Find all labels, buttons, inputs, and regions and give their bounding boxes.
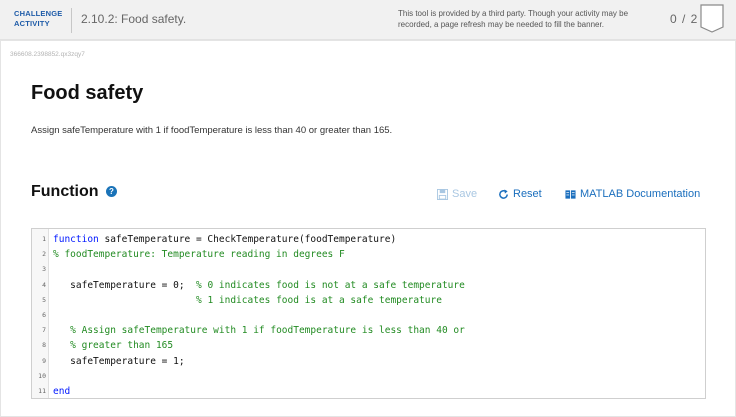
line-number: 5 [42, 295, 46, 304]
code-statement [53, 325, 70, 336]
page-title: Food safety [31, 82, 144, 104]
matlab-documentation-link[interactable]: MATLAB Documentation [565, 188, 700, 200]
line-number: 8 [42, 341, 46, 350]
code-line[interactable]: 2 % foodTemperature: Temperature reading … [32, 247, 705, 262]
code-text: % greater than 165 [53, 338, 173, 353]
code-statement: safeTemperature = 0; [53, 279, 196, 291]
activity-id: 366608.2398852.qx3zqy7 [10, 51, 85, 58]
code-line[interactable]: 10 [32, 369, 705, 384]
line-number: 1 [42, 235, 46, 243]
code-comment: % foodTemperature: Temperature reading i… [53, 249, 345, 261]
code-comment: % 0 indicates food is not at a safe temp… [196, 279, 465, 291]
banner-divider [71, 8, 72, 33]
code-line[interactable]: 11 end [32, 384, 705, 399]
code-text: % foodTemperature: Temperature reading i… [53, 247, 345, 262]
code-text: safeTemperature = 0; % 0 indicates food … [53, 278, 465, 293]
save-button[interactable]: Save [437, 188, 477, 200]
line-number: 2 [42, 250, 46, 259]
code-line[interactable]: 3 [32, 262, 705, 277]
code-keyword: function [53, 234, 99, 245]
code-line[interactable]: 9 safeTemperature = 1; [32, 354, 705, 369]
code-statement: safeTemperature = CheckTemperature(foodT… [98, 234, 397, 245]
line-number: 11 [38, 387, 46, 395]
code-statement: safeTemperature = 1; [53, 355, 185, 367]
line-number: 3 [42, 265, 46, 274]
code-text: end [53, 384, 70, 399]
code-text: % 1 indicates food is at a safe temperat… [53, 293, 442, 308]
score-indicator: 0 / 2 [670, 12, 699, 26]
challenge-banner: CHALLENGE ACTIVITY 2.10.2: Food safety. … [0, 0, 736, 40]
save-icon [437, 188, 448, 200]
code-line[interactable]: 5 % 1 indicates food is at a safe temper… [32, 293, 705, 308]
code-statement [53, 340, 70, 351]
line-number: 4 [42, 280, 46, 289]
code-comment: % greater than 165 [70, 340, 174, 352]
line-number: 9 [42, 356, 46, 365]
line-number: 7 [42, 326, 46, 335]
reset-label: Reset [513, 188, 542, 200]
code-comment: % 1 indicates food is at a safe temperat… [196, 294, 442, 306]
code-editor[interactable]: 1 function safeTemperature = CheckTempera… [31, 228, 706, 399]
code-line[interactable]: 1 function safeTemperature = CheckTempera… [32, 232, 705, 247]
code-comment: % Assign safeTemperature with 1 if foodT… [70, 325, 465, 337]
code-line[interactable]: 6 [32, 308, 705, 323]
save-label: Save [452, 188, 478, 200]
line-number: 10 [38, 371, 46, 380]
code-text: % Assign safeTemperature with 1 if foodT… [53, 323, 465, 338]
code-text: safeTemperature = 1; [53, 354, 185, 369]
code-line[interactable]: 7 % Assign safeTemperature with 1 if foo… [32, 323, 705, 338]
code-statement [53, 295, 196, 306]
completion-badge-icon [700, 4, 724, 33]
reset-icon [499, 188, 508, 199]
code-line[interactable]: 4 safeTemperature = 0; % 0 indicates foo… [32, 278, 705, 293]
code-keyword: end [53, 386, 71, 397]
question-circle-icon[interactable]: ? [106, 186, 117, 197]
challenge-activity-label: CHALLENGE ACTIVITY [14, 9, 63, 28]
task-description: Assign safeTemperature with 1 if foodTem… [31, 125, 393, 136]
code-line[interactable]: 8 % greater than 165 [32, 338, 705, 353]
code-text: function safeTemperature = CheckTemperat… [53, 232, 396, 247]
book-icon [565, 189, 576, 199]
third-party-note: This tool is provided by a third party. … [398, 9, 629, 29]
activity-title: 2.10.2: Food safety. [81, 12, 187, 26]
reset-button[interactable]: Reset [498, 188, 542, 200]
line-number: 6 [42, 311, 46, 319]
docs-label: MATLAB Documentation [580, 188, 701, 200]
function-heading: Function [31, 183, 99, 200]
